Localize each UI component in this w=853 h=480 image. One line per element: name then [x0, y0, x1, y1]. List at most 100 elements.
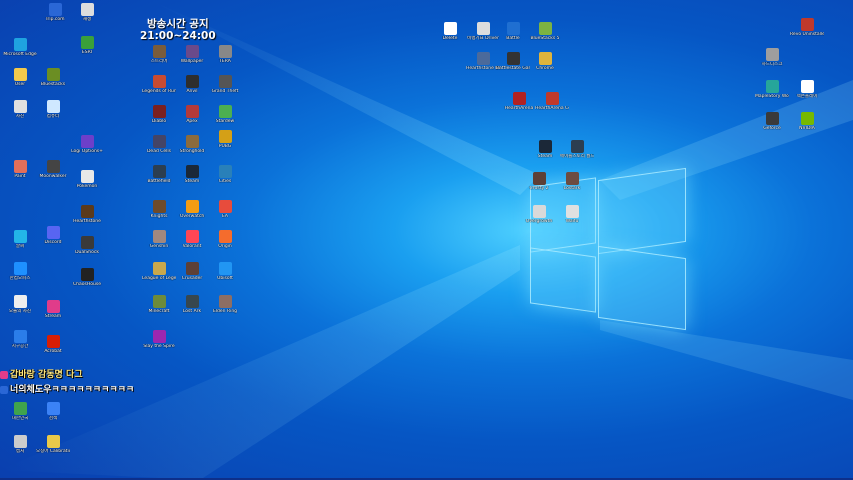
desktop-icon[interactable]: Minecraft: [142, 295, 176, 314]
app-icon: [765, 80, 779, 93]
desktop-icon[interactable]: HearthArena: [502, 92, 536, 111]
desktop-icon[interactable]: HearthArena Companion: [535, 92, 569, 111]
desktop-icon[interactable]: Wallpaper: [175, 45, 209, 64]
desktop-icon[interactable]: Steam: [528, 140, 562, 159]
desktop-icon-label: 재생: [82, 17, 92, 22]
desktop-icon[interactable]: Waifu: [555, 205, 589, 224]
desktop-icon[interactable]: 넥슨플레이: [790, 80, 824, 99]
desktop-icon[interactable]: Hearthstone Deck Tracker: [466, 52, 500, 71]
app-icon: [538, 22, 552, 35]
desktop-icon[interactable]: MapleStory Worlds: [755, 80, 789, 99]
desktop-icon-label: Stronghold: [179, 149, 205, 154]
desktop-icon-label: Hearthstone: [73, 219, 101, 224]
desktop-icon[interactable]: Bluestacks: [36, 68, 70, 87]
desktop-icon[interactable]: Genshin: [142, 230, 176, 249]
desktop-icon[interactable]: Grand Theft: [208, 75, 242, 94]
desktop-icon[interactable]: BlueStacks 5: [528, 22, 562, 41]
pencil-icon: [0, 385, 8, 394]
desktop-icon[interactable]: Microsoft Edge: [3, 38, 37, 57]
desktop-icon-label: Anvil: [186, 89, 198, 94]
desktop-icon[interactable]: ChaosHouse: [70, 268, 104, 287]
desktop-icon[interactable]: Overwatch: [175, 200, 209, 219]
desktop-icon[interactable]: Battle: [496, 22, 530, 41]
app-icon: [218, 105, 232, 118]
desktop-icon[interactable]: 스트리머: [142, 45, 176, 64]
desktop-icon[interactable]: 사진: [3, 100, 37, 119]
app-icon: [506, 52, 520, 65]
desktop-icon[interactable]: Knights: [142, 200, 176, 219]
desktop-icon-label: 사진: [15, 114, 25, 119]
desktop-icon[interactable]: Stronghold: [175, 135, 209, 154]
desktop-icon[interactable]: Crusty 2: [522, 172, 556, 191]
desktop-icon[interactable]: Apex: [175, 105, 209, 124]
desktop-icon[interactable]: 재생: [70, 3, 104, 22]
desktop-icon[interactable]: Slay the Spire: [142, 330, 176, 349]
desktop-icon[interactable]: 한컴오피스: [3, 262, 37, 281]
desktop-icon[interactable]: Pokemon: [70, 170, 104, 189]
app-icon: [800, 112, 814, 125]
desktop-icon[interactable]: Cities: [208, 165, 242, 184]
desktop-icon[interactable]: Hearthstone: [70, 205, 104, 224]
desktop-icon[interactable]: Anvil: [175, 75, 209, 94]
desktop-icon[interactable]: 메이플스토리 월드: [560, 140, 594, 159]
desktop-icon[interactable]: League of Legends: [142, 262, 176, 281]
app-icon: [13, 402, 27, 415]
desktop-icon[interactable]: EA: [208, 200, 242, 219]
desktop-icon[interactable]: 캡처: [3, 435, 37, 454]
desktop-icon[interactable]: Stardew: [208, 105, 242, 124]
app-icon: [46, 226, 60, 239]
desktop-icon[interactable]: 하드디스크: [755, 48, 789, 67]
desktop-icon[interactable]: Lostark: [555, 172, 589, 191]
desktop-icon[interactable]: Lost Ark: [175, 295, 209, 314]
desktop-icon[interactable]: TERA: [208, 45, 242, 64]
desktop-icon[interactable]: Elden Ring: [208, 295, 242, 314]
desktop-icon[interactable]: Paint: [3, 160, 37, 179]
desktop-icon[interactable]: Moonwalker: [36, 160, 70, 179]
desktop-icon[interactable]: NVIDIA: [790, 112, 824, 131]
desktop-icon[interactable]: Logi Options+: [70, 135, 104, 154]
desktop-icon[interactable]: Dead Cells: [142, 135, 176, 154]
desktop-icon[interactable]: Geforce: [755, 112, 789, 131]
desktop-icon[interactable]: Revo Uninstaller: [790, 18, 824, 37]
desktop-icon[interactable]: Discord: [36, 226, 70, 245]
desktop-icon[interactable]: Battlefield: [142, 165, 176, 184]
desktop-icon[interactable]: 대한민국: [3, 402, 37, 421]
desktop-icon[interactable]: 컴퓨터: [36, 100, 70, 119]
desktop-icon[interactable]: Battlestate Games L.: [496, 52, 530, 71]
desktop-icon[interactable]: Valorant: [175, 230, 209, 249]
desktop-icon[interactable]: DualShock: [70, 236, 104, 255]
desktop-icon[interactable]: Delete: [433, 22, 467, 41]
desktop-icon[interactable]: User: [3, 68, 37, 87]
desktop-icon-label: Stream: [44, 314, 62, 319]
desktop-icon[interactable]: 검색: [36, 402, 70, 421]
desktop-icon-label: League of Legends: [142, 276, 176, 281]
app-icon: [80, 268, 94, 281]
desktop-icon[interactable]: Steam: [175, 165, 209, 184]
app-icon: [800, 18, 814, 31]
desktop-icon[interactable]: Stream: [36, 300, 70, 319]
app-icon: [152, 295, 166, 308]
desktop-icon[interactable]: Legends of Runeterra: [142, 75, 176, 94]
desktop-icon[interactable]: Origin: [208, 230, 242, 249]
desktop-icon[interactable]: Crusader: [175, 262, 209, 281]
app-icon: [538, 52, 552, 65]
desktop-icon[interactable]: PUBG: [208, 130, 242, 149]
windows-logo: [530, 167, 690, 331]
desktop-icon-label: Dead Cells: [146, 149, 172, 154]
desktop-icon[interactable]: 알씨: [3, 230, 37, 249]
desktop-icon[interactable]: Diablo: [142, 105, 176, 124]
desktop-icon[interactable]: Ubisoft: [208, 262, 242, 281]
app-icon: [565, 172, 579, 185]
desktop-icon[interactable]: Chrome: [528, 52, 562, 71]
desktop-icon[interactable]: 오늘의 사진: [3, 295, 37, 314]
desktop-icon[interactable]: 지구공간: [3, 330, 37, 349]
desktop-icon-label: Wallpaper: [180, 59, 204, 64]
desktop-icon[interactable]: ESRI: [70, 36, 104, 55]
desktop-icon-label: Steam: [537, 154, 553, 159]
desktop-icon[interactable]: 비행기표 Driver: [466, 22, 500, 41]
desktop-icon[interactable]: Trip.com: [38, 3, 72, 22]
desktop-icon[interactable]: Overgrowth: [522, 205, 556, 224]
app-icon: [13, 100, 27, 113]
desktop-icon[interactable]: Acrobat: [36, 335, 70, 354]
desktop-icon[interactable]: 오징어 Calibration: [36, 435, 70, 454]
